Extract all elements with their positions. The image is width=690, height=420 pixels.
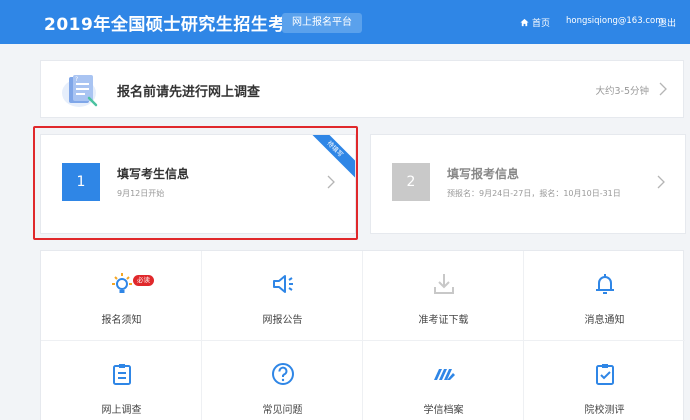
grid-item-announcement[interactable]: 网报公告 [202,251,363,341]
grid-item-faq[interactable]: 常见问题 [202,341,363,420]
highlight-box [33,126,358,240]
grid-item-institution-review[interactable]: 院校测评 [524,341,685,420]
question-icon [272,363,294,385]
step-title: 填写报考信息 [447,167,520,181]
user-email[interactable]: hongsiqiong@163.com [566,16,663,26]
grid-item-registration-notice[interactable]: 必读 报名须知 [41,251,202,341]
top-header: 2019年全国硕士研究生招生考试 网上报名平台 首页 hongsiqiong@1… [0,0,690,44]
grid-item-notifications[interactable]: 消息通知 [524,251,685,341]
grid-item-label: 常见问题 [262,405,303,416]
speaker-icon [273,275,293,293]
grid-item-label: 准考证下载 [418,315,469,326]
grid-item-admission-ticket[interactable]: 准考证下载 [363,251,524,341]
page-title: 2019年全国硕士研究生招生考试 [44,15,304,35]
step-card-fill-application-info[interactable]: 2 填写报考信息 预报名：9月24日-27日，报名：10月10日-31日 [370,134,686,234]
archive-icon [434,369,455,380]
survey-document-icon: ? [62,75,98,107]
clipboard-icon [113,364,131,385]
grid-item-online-survey[interactable]: 网上调查 [41,341,202,420]
download-icon [434,274,454,294]
grid-item-label: 网报公告 [262,315,303,326]
grid-item-label: 报名须知 [101,315,142,326]
home-label: 首页 [532,19,551,29]
home-icon [520,18,529,27]
grid-item-xuexin-archive[interactable]: 学信档案 [363,341,524,420]
svg-text:?: ? [75,76,78,83]
must-read-badge: 必读 [133,275,154,286]
chevron-right-icon [659,82,667,96]
platform-tag: 网上报名平台 [282,13,362,33]
survey-banner[interactable]: ? 报名前请先进行网上调查 大约3-5分钟 [40,60,684,118]
step-date: 预报名：9月24日-27日，报名：10月10日-31日 [447,189,621,198]
chevron-right-icon [657,175,665,189]
grid-item-label: 院校测评 [584,405,625,416]
step-number: 2 [392,163,430,201]
logout-link[interactable]: 退出 [658,16,676,29]
bell-icon [596,274,614,294]
survey-title: 报名前请先进行网上调查 [117,85,261,100]
checklist-icon [596,364,614,385]
bulb-icon [112,273,132,293]
feature-grid: 必读 报名须知 网报公告 准考证下载 消息通知 网上调查 常见问题 学信档案 院… [40,250,685,420]
grid-item-label: 学信档案 [423,405,464,416]
grid-item-label: 消息通知 [584,315,625,326]
home-link[interactable]: 首页 [520,16,550,29]
survey-duration: 大约3-5分钟 [595,86,649,97]
grid-item-label: 网上调查 [101,405,142,416]
